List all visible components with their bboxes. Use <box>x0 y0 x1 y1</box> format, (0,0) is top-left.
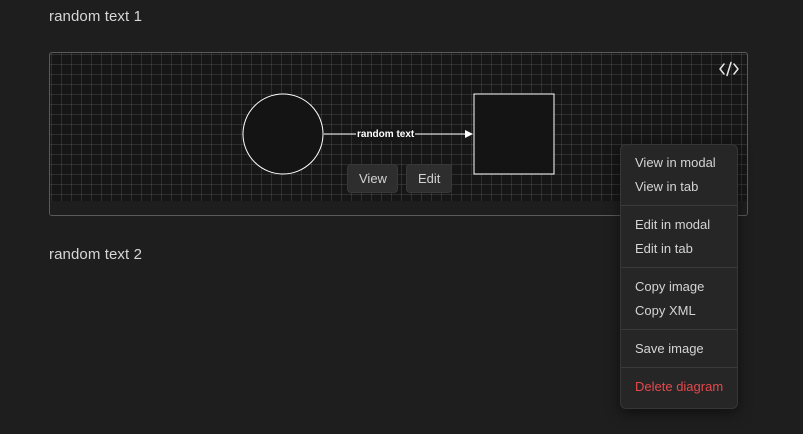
menu-group-view: View in modal View in tab <box>621 151 737 199</box>
menu-item-delete-diagram[interactable]: Delete diagram <box>621 375 737 399</box>
menu-separator <box>621 205 737 206</box>
diagram-circle-shape[interactable] <box>242 93 324 175</box>
diagram-edge-label: random text <box>356 129 416 141</box>
view-button[interactable]: View <box>347 164 398 193</box>
menu-group-copy: Copy image Copy XML <box>621 275 737 323</box>
menu-separator <box>621 367 737 368</box>
diagram-square-shape[interactable] <box>473 93 555 175</box>
edit-button[interactable]: Edit <box>406 164 452 193</box>
paragraph-text-2: random text 2 <box>49 246 143 263</box>
menu-separator <box>621 267 737 268</box>
diagram-context-menu: View in modal View in tab Edit in modal … <box>620 144 738 409</box>
menu-group-delete: Delete diagram <box>621 375 737 399</box>
code-icon-glyph <box>719 61 739 77</box>
menu-item-edit-in-tab[interactable]: Edit in tab <box>621 237 737 261</box>
menu-separator <box>621 329 737 330</box>
menu-group-edit: Edit in modal Edit in tab <box>621 213 737 261</box>
menu-item-view-in-tab[interactable]: View in tab <box>621 175 737 199</box>
menu-item-save-image[interactable]: Save image <box>621 337 737 361</box>
menu-item-copy-image[interactable]: Copy image <box>621 275 737 299</box>
paragraph-text-1: random text 1 <box>49 8 143 25</box>
code-icon[interactable] <box>719 61 739 77</box>
menu-group-save: Save image <box>621 337 737 361</box>
menu-item-edit-in-modal[interactable]: Edit in modal <box>621 213 737 237</box>
menu-item-copy-xml[interactable]: Copy XML <box>621 299 737 323</box>
menu-item-view-in-modal[interactable]: View in modal <box>621 151 737 175</box>
page: random text 1 random text View Edit rand… <box>0 0 803 434</box>
